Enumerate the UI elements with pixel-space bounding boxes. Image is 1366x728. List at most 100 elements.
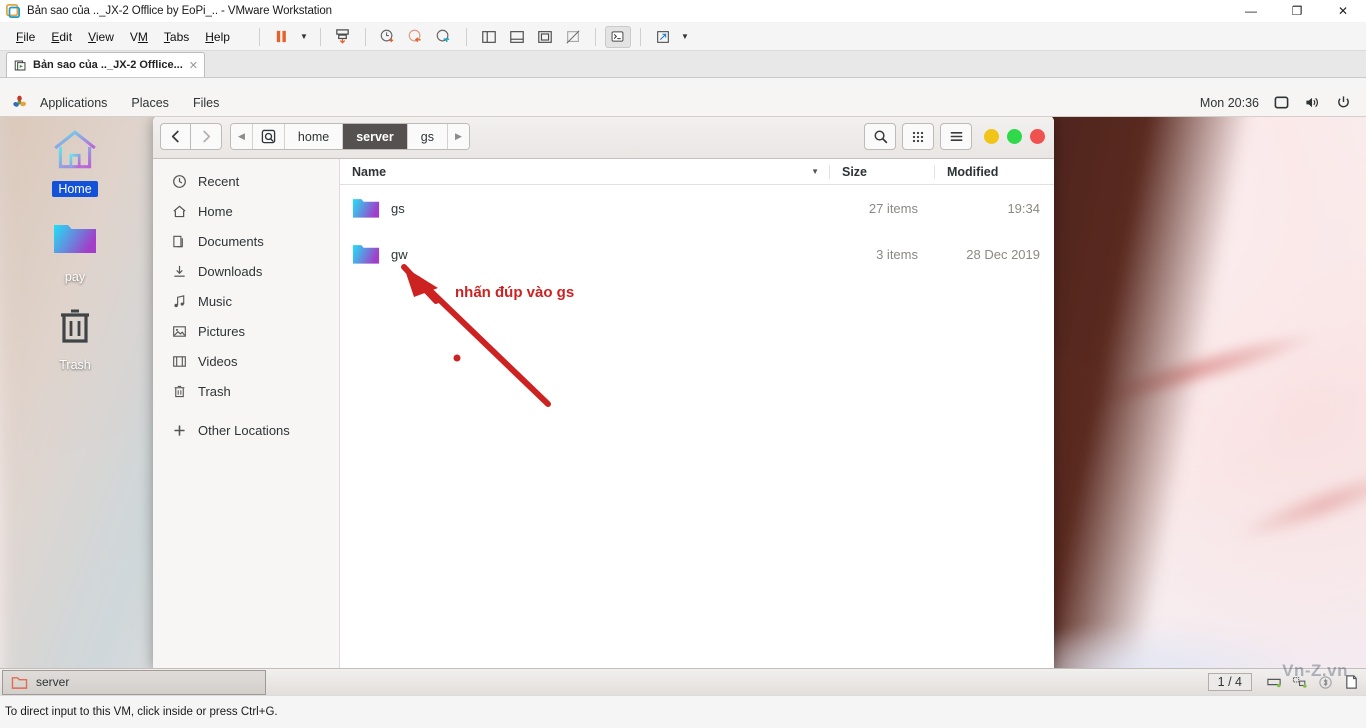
sidebar-item-label: Recent bbox=[198, 173, 240, 189]
sidebar-item-downloads[interactable]: Downloads bbox=[153, 256, 339, 286]
expand-button[interactable] bbox=[650, 26, 676, 48]
breadcrumb-device-icon[interactable] bbox=[252, 124, 285, 149]
snapshot-manager-button[interactable] bbox=[330, 26, 356, 48]
sidebar-item-videos[interactable]: Videos bbox=[153, 346, 339, 376]
breadcrumb-item-gs[interactable]: gs bbox=[407, 124, 448, 149]
column-header-modified[interactable]: Modified bbox=[934, 164, 1054, 179]
revert-snapshot-button[interactable] bbox=[403, 26, 429, 48]
restore-button[interactable]: ❐ bbox=[1274, 0, 1320, 23]
sidebar-item-pictures[interactable]: Pictures bbox=[153, 316, 339, 346]
vmware-status-text: To direct input to this VM, click inside… bbox=[5, 706, 278, 718]
sidebar-item-other-locations[interactable]: Other Locations bbox=[153, 415, 339, 445]
tab-close-icon[interactable]: ✕ bbox=[189, 59, 198, 72]
sidebar: Recent Home Documents Downloads Music Pi… bbox=[153, 159, 340, 668]
column-header-name[interactable]: Name ▼ bbox=[340, 165, 829, 179]
file-manager-header-bar: ◀ home server gs ▶ bbox=[153, 115, 1054, 159]
forward-button[interactable] bbox=[191, 123, 222, 150]
column-header-name-label: Name bbox=[352, 164, 387, 179]
sort-descending-icon[interactable]: ▼ bbox=[811, 167, 819, 176]
desktop-icon-trash-label: Trash bbox=[59, 358, 91, 372]
vmware-title-bar: Bản sao của .._JX-2 Offlice by EoPi_.. -… bbox=[0, 0, 1366, 23]
maximize-button[interactable] bbox=[1007, 129, 1022, 144]
column-headers: Name ▼ Size Modified bbox=[340, 159, 1054, 185]
toolbar-separator bbox=[465, 27, 467, 46]
desktop-icon-home[interactable]: Home bbox=[0, 123, 150, 197]
desktop-icon-pay[interactable]: pay bbox=[0, 211, 150, 285]
breadcrumb-item-server[interactable]: server bbox=[343, 124, 408, 149]
breadcrumb-scroll-right[interactable]: ▶ bbox=[447, 124, 469, 149]
places-menu[interactable]: Places bbox=[119, 96, 181, 110]
folder-icon bbox=[352, 245, 380, 264]
gnome-status-area: Mon 20:36 bbox=[1200, 94, 1358, 111]
take-snapshot-button[interactable] bbox=[375, 26, 401, 48]
search-icon[interactable] bbox=[864, 123, 896, 150]
chevron-down-icon[interactable]: ▼ bbox=[297, 32, 311, 41]
sidebar-item-label: Documents bbox=[198, 233, 264, 249]
desktop-icon-trash[interactable]: Trash bbox=[0, 299, 150, 373]
sidebar-item-label: Other Locations bbox=[198, 422, 290, 438]
menu-view[interactable]: View bbox=[80, 27, 122, 47]
vmware-icon bbox=[6, 4, 20, 18]
menu-file[interactable]: File bbox=[8, 27, 43, 47]
sidebar-item-documents[interactable]: Documents bbox=[153, 226, 339, 256]
back-button[interactable] bbox=[160, 123, 191, 150]
vmware-tab-strip: Bản sao của .._JX-2 Offlice... ✕ bbox=[0, 51, 1366, 78]
show-sidebar-button[interactable] bbox=[476, 26, 502, 48]
breadcrumb-item-home[interactable]: home bbox=[284, 124, 344, 149]
file-name-cell: gs bbox=[340, 196, 829, 220]
minimize-button[interactable]: — bbox=[1228, 0, 1274, 23]
vmware-menu-bar: File Edit View VM Tabs Help ▼ ▼ bbox=[0, 23, 1366, 51]
file-size-cell: 27 items bbox=[868, 200, 918, 216]
vmware-title-text: Bản sao của .._JX-2 Offlice by EoPi_.. -… bbox=[27, 5, 332, 17]
taskbar-window-label: server bbox=[36, 675, 70, 689]
applications-menu[interactable]: Applications bbox=[8, 95, 119, 110]
table-row[interactable]: gs 27 items 19:34 bbox=[340, 185, 1054, 231]
grid-view-icon[interactable] bbox=[902, 123, 934, 150]
watermark: Vn-Z.vn bbox=[1282, 661, 1348, 680]
fullscreen-button[interactable] bbox=[532, 26, 558, 48]
workspace-indicator[interactable]: 1 / 4 bbox=[1207, 673, 1252, 691]
column-header-size[interactable]: Size bbox=[829, 164, 934, 179]
display-icon[interactable] bbox=[1273, 94, 1290, 111]
console-view-button[interactable] bbox=[604, 25, 631, 48]
menu-edit[interactable]: Edit bbox=[43, 27, 80, 47]
taskbar-window-button[interactable]: server bbox=[2, 669, 266, 695]
toolbar-separator bbox=[594, 27, 596, 46]
drive-icon[interactable] bbox=[1265, 674, 1282, 691]
minimize-button[interactable] bbox=[984, 129, 999, 144]
file-manager-body: Recent Home Documents Downloads Music Pi… bbox=[153, 159, 1054, 668]
unity-mode-button[interactable] bbox=[560, 26, 586, 48]
menu-vm[interactable]: VM bbox=[122, 27, 156, 47]
volume-icon[interactable] bbox=[1304, 94, 1321, 111]
sidebar-item-music[interactable]: Music bbox=[153, 286, 339, 316]
breadcrumb-scroll-left[interactable]: ◀ bbox=[231, 124, 253, 149]
guest-vm-screen[interactable]: Applications Places Files Mon 20:36 Home… bbox=[0, 89, 1366, 695]
sidebar-item-recent[interactable]: Recent bbox=[153, 166, 339, 196]
close-button[interactable]: ✕ bbox=[1320, 0, 1366, 23]
download-icon bbox=[171, 263, 187, 279]
toolbar-separator bbox=[319, 27, 321, 46]
pause-button[interactable] bbox=[269, 26, 295, 48]
trash-icon bbox=[48, 299, 102, 353]
menu-help[interactable]: Help bbox=[197, 27, 238, 47]
trash-icon bbox=[171, 383, 187, 399]
sidebar-item-trash[interactable]: Trash bbox=[153, 376, 339, 406]
manage-snapshots-button[interactable] bbox=[431, 26, 457, 48]
toolbar-separator bbox=[258, 27, 260, 46]
home-icon bbox=[171, 203, 187, 219]
toolbar-separator bbox=[639, 27, 641, 46]
vm-tab[interactable]: Bản sao của .._JX-2 Offlice... ✕ bbox=[6, 52, 205, 77]
desktop-icon-area: Home pay Trash bbox=[0, 123, 150, 387]
hamburger-menu-icon[interactable] bbox=[940, 123, 972, 150]
folder-icon bbox=[48, 211, 102, 265]
sidebar-item-home[interactable]: Home bbox=[153, 196, 339, 226]
chevron-down-icon[interactable]: ▼ bbox=[678, 32, 692, 41]
close-button[interactable] bbox=[1030, 129, 1045, 144]
files-menu[interactable]: Files bbox=[181, 96, 231, 110]
menu-tabs[interactable]: Tabs bbox=[156, 27, 197, 47]
table-row[interactable]: gw 3 items 28 Dec 2019 bbox=[340, 231, 1054, 277]
clock[interactable]: Mon 20:36 bbox=[1200, 96, 1259, 110]
power-icon[interactable] bbox=[1335, 94, 1352, 111]
show-console-button[interactable] bbox=[504, 26, 530, 48]
vmware-toolbar: ▼ ▼ bbox=[252, 25, 692, 48]
